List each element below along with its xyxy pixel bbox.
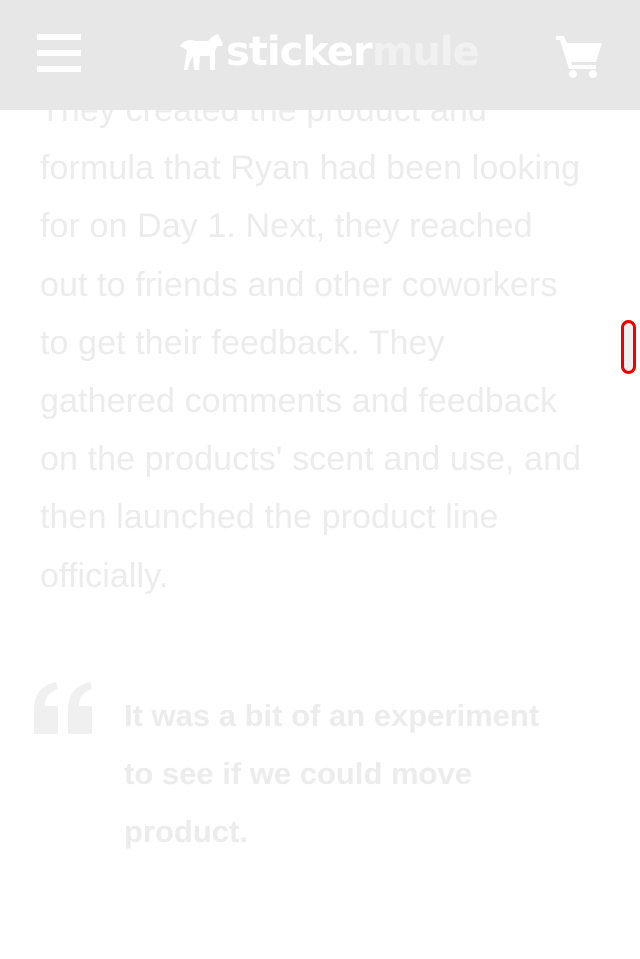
site-logo[interactable]: stickermule xyxy=(178,26,480,78)
mule-logo-icon xyxy=(180,34,223,70)
quote-mark-icon xyxy=(34,682,92,734)
scroll-indicator[interactable] xyxy=(621,320,636,374)
page: They created the product and formula tha… xyxy=(0,0,640,959)
shopping-cart-icon[interactable] xyxy=(556,34,604,78)
pull-quote: It was a bit of an experiment to see if … xyxy=(0,680,640,880)
logo-wordmark: stickermule xyxy=(226,29,480,75)
hamburger-menu-icon[interactable] xyxy=(37,34,81,72)
article-body: They created the product and formula tha… xyxy=(40,81,585,605)
article-paragraph: They created the product and formula tha… xyxy=(40,91,582,595)
quote-text: It was a bit of an experiment to see if … xyxy=(124,698,540,849)
site-header: stickermule xyxy=(0,0,640,110)
